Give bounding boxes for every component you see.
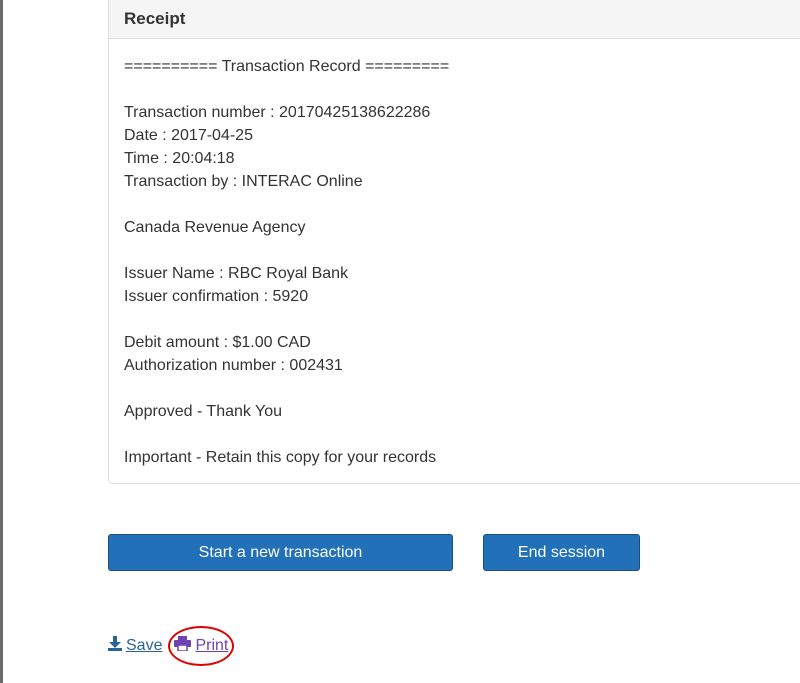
receipt-blank-line (124, 239, 792, 262)
receipt-line: Issuer Name : RBC Royal Bank (124, 265, 349, 282)
receipt-blank-line (124, 78, 792, 101)
receipt-line: Important - Retain this copy for your re… (124, 449, 437, 466)
receipt-line: Canada Revenue Agency (124, 219, 306, 236)
receipt-line: Issuer confirmation : 5920 (124, 288, 309, 305)
receipt-body: ========== Transaction Record ========= … (109, 39, 800, 469)
receipt-line: Transaction by : INTERAC Online (124, 173, 363, 190)
print-link-label: Print (195, 637, 229, 654)
receipt-blank-line (124, 193, 792, 216)
receipt-line: Debit amount : $1.00 CAD (124, 334, 311, 351)
receipt-blank-line (124, 423, 792, 446)
receipt-line: Transaction number : 20170425138622286 (124, 104, 431, 121)
window-edge (0, 0, 3, 683)
receipt-blank-line (124, 377, 792, 400)
receipt-panel: Receipt ========== Transaction Record ==… (108, 0, 800, 484)
receipt-actions: Save Print (108, 626, 235, 666)
receipt-heading: Receipt (109, 0, 800, 39)
receipt-line: Date : 2017-04-25 (124, 127, 253, 144)
receipt-line: Authorization number : 002431 (124, 357, 343, 374)
download-icon (108, 636, 122, 656)
receipt-line: Approved - Thank You (124, 403, 283, 420)
start-new-transaction-button[interactable]: Start a new transaction (108, 534, 453, 571)
receipt-line: ========== Transaction Record ========= (124, 58, 450, 75)
print-link[interactable]: Print (168, 626, 235, 666)
save-link[interactable]: Save (108, 636, 162, 656)
receipt-line: Time : 20:04:18 (124, 150, 235, 167)
receipt-blank-line (124, 308, 792, 331)
save-link-label: Save (126, 637, 163, 654)
end-session-button[interactable]: End session (483, 534, 640, 571)
printer-icon (174, 636, 192, 656)
